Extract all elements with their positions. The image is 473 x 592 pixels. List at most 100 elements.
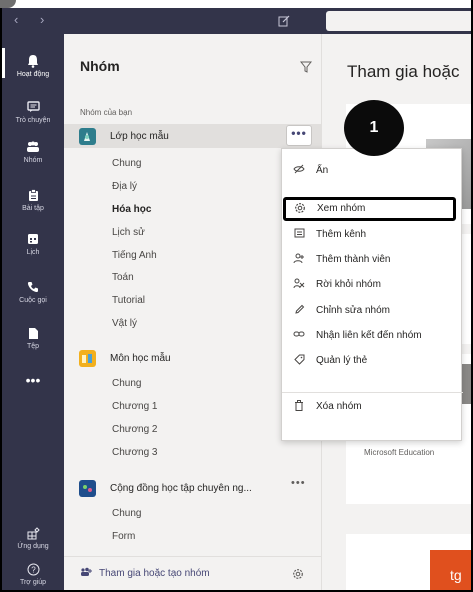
- gear-icon: [294, 202, 306, 214]
- channel-item[interactable]: Chung: [112, 378, 141, 389]
- rail-label: Trợ giúp: [19, 579, 47, 586]
- rail-item-calendar[interactable]: Lịch: [2, 230, 64, 257]
- channel-item[interactable]: Chương 2: [112, 424, 158, 435]
- menu-item-add-channel[interactable]: Thêm kênh: [282, 223, 463, 247]
- phone-icon: [2, 278, 64, 294]
- menu-label: Thêm thành viên: [316, 254, 391, 265]
- menu-item-hide[interactable]: Ẩn: [282, 159, 463, 183]
- channel-item[interactable]: Chương 1: [112, 401, 158, 412]
- step-badge: 1: [344, 100, 404, 156]
- channel-item[interactable]: Tiếng Anh: [112, 250, 157, 261]
- assignment-icon: [2, 186, 64, 202]
- more-apps-icon[interactable]: •••: [2, 372, 64, 388]
- link-icon: [293, 329, 305, 340]
- rail-label: Tệp: [26, 343, 40, 350]
- card-caption: Microsoft Education: [364, 448, 435, 457]
- menu-item-manage-tags[interactable]: Quản lý thẻ: [282, 349, 463, 373]
- bell-icon: [2, 52, 64, 69]
- corner-app-icon: [0, 0, 16, 8]
- rail-item-apps[interactable]: Ứng dụng: [2, 524, 64, 551]
- team-name: Lớp học mẫu: [110, 131, 169, 142]
- rail-label: Cuộc gọi: [19, 297, 47, 304]
- pencil-icon: [293, 304, 305, 315]
- teams-icon: [2, 138, 64, 154]
- menu-label: Rời khỏi nhóm: [316, 279, 381, 290]
- rail-item-teams[interactable]: Nhóm: [2, 138, 64, 165]
- menu-label: Thêm kênh: [316, 229, 367, 240]
- team-name: Cộng đồng học tập chuyên ng...: [110, 483, 252, 494]
- main-title: Tham gia hoặc: [347, 62, 460, 81]
- menu-label: Chỉnh sửa nhóm: [316, 305, 390, 316]
- file-icon: [2, 324, 64, 340]
- rail-item-chat[interactable]: Trò chuyện: [2, 98, 64, 125]
- help-icon: ?: [2, 560, 64, 576]
- channel-item[interactable]: Toán: [112, 272, 134, 283]
- hide-icon: [293, 164, 305, 175]
- rail-item-activity[interactable]: Hoạt động: [2, 47, 64, 79]
- trash-icon: [293, 400, 305, 411]
- apps-icon: [2, 524, 64, 540]
- search-box[interactable]: [326, 11, 473, 31]
- rail-label: Ứng dụng: [17, 543, 49, 550]
- filter-icon[interactable]: [300, 58, 312, 73]
- menu-item-add-member[interactable]: Thêm thành viên: [282, 248, 463, 272]
- team-avatar: [79, 480, 96, 497]
- menu-item-delete-team[interactable]: Xóa nhóm: [282, 395, 463, 419]
- rail-label: Trò chuyện: [15, 117, 51, 124]
- team-more-button[interactable]: •••: [286, 125, 312, 146]
- team-context-menu: Ẩn Xem nhóm Thêm kênh Thêm thành viên Rờ…: [281, 148, 463, 441]
- chat-icon: [2, 98, 64, 114]
- add-member-icon: [293, 253, 305, 264]
- team-card-tile[interactable]: tg: [430, 550, 471, 592]
- team-row-lop-hoc-mau[interactable]: Lớp học mẫu •••: [64, 124, 322, 148]
- card-image: [462, 364, 471, 404]
- menu-label: Xem nhóm: [317, 203, 366, 214]
- team-avatar: [79, 350, 96, 367]
- menu-item-get-link[interactable]: Nhận liên kết đến nhóm: [282, 324, 463, 348]
- chevron-right-icon[interactable]: ›: [40, 12, 44, 27]
- channel-item[interactable]: Hóa học: [112, 204, 151, 215]
- menu-item-view-team[interactable]: Xem nhóm: [283, 197, 456, 221]
- team-row-cong-dong[interactable]: Cộng đồng học tập chuyên ng... •••: [64, 476, 322, 500]
- channel-item[interactable]: Chung: [112, 158, 141, 169]
- rail-label: Lịch: [26, 249, 40, 256]
- svg-text:?: ?: [31, 565, 36, 574]
- join-or-create-team-link[interactable]: Tham gia hoặc tạo nhóm: [99, 568, 210, 579]
- menu-label: Quản lý thẻ: [316, 355, 368, 366]
- rail-item-files[interactable]: Tệp: [2, 324, 64, 351]
- page-title: Nhóm: [80, 58, 120, 74]
- tag-icon: [293, 354, 305, 365]
- join-team-icon: [80, 567, 93, 578]
- channel-icon: [293, 228, 305, 239]
- leave-icon: [293, 278, 305, 289]
- channel-item[interactable]: Form: [112, 531, 135, 542]
- channel-item[interactable]: Vật lý: [112, 318, 137, 329]
- rail-label: Nhóm: [23, 157, 43, 164]
- channel-item[interactable]: Chung: [112, 508, 141, 519]
- gear-icon[interactable]: [292, 566, 304, 580]
- menu-divider: [282, 392, 463, 393]
- menu-label: Ẩn: [316, 165, 329, 176]
- team-more-button[interactable]: •••: [291, 477, 306, 489]
- channel-item[interactable]: Tutorial: [112, 295, 145, 306]
- section-label: Nhóm của bạn: [80, 108, 133, 117]
- panel-footer: Tham gia hoặc tạo nhóm: [64, 556, 322, 592]
- menu-item-leave-team[interactable]: Rời khỏi nhóm: [282, 273, 463, 297]
- rail-item-help[interactable]: ? Trợ giúp: [2, 560, 64, 587]
- rail-item-calls[interactable]: Cuộc gọi: [2, 278, 64, 305]
- chevron-left-icon[interactable]: ‹: [14, 12, 18, 27]
- channel-item[interactable]: Lịch sử: [112, 227, 145, 238]
- rail-item-assignments[interactable]: Bài tập: [2, 186, 64, 213]
- rail-label: Bài tập: [22, 205, 44, 212]
- rail-label: Hoạt động: [16, 71, 50, 79]
- menu-item-edit-team[interactable]: Chỉnh sửa nhóm: [282, 299, 463, 323]
- team-name: Môn học mẫu: [110, 353, 171, 364]
- compose-icon[interactable]: [278, 12, 290, 27]
- calendar-icon: [2, 230, 64, 246]
- app-rail: Hoạt động Trò chuyện Nhóm Bài tập Lịch C…: [2, 34, 64, 592]
- channel-item[interactable]: Địa lý: [112, 181, 137, 192]
- title-bar: ‹ ›: [2, 8, 473, 34]
- team-avatar: [79, 128, 96, 145]
- channel-item[interactable]: Chương 3: [112, 447, 158, 458]
- menu-label: Xóa nhóm: [316, 401, 362, 412]
